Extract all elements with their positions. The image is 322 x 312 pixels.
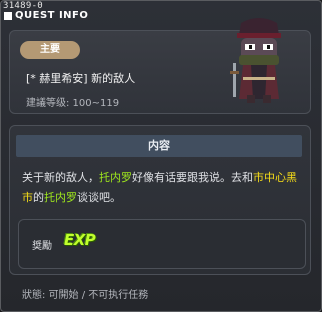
quest-status: 狀態: 可開始 / 不可执行任務 — [22, 290, 149, 301]
quest-name: [* 赫里希安] 新的敌人 — [26, 72, 136, 85]
description-segment: 谈谈吧。 — [77, 191, 121, 204]
recommended-level: 建議等级: 100~119 — [26, 98, 120, 109]
description-segment: 关于新的敌人， — [22, 171, 99, 184]
description-segment: 好像有话要跟我说。去和 — [132, 171, 253, 184]
category-badge: 主要 — [20, 41, 80, 59]
quest-info-window: 31489-0 QUEST INFO 主要 [* 赫里希安] 新的敌人 建議等级… — [0, 0, 322, 312]
reward-box — [18, 219, 306, 269]
description-segment: 的 — [33, 191, 44, 204]
ninja-npc-portrait — [230, 18, 281, 103]
quest-info-icon — [4, 12, 12, 20]
window-title: QUEST INFO — [15, 10, 89, 21]
content-header: 内容 — [16, 135, 302, 157]
description-segment: 托内罗 — [99, 171, 132, 184]
exp-reward-icon: EXP — [64, 231, 96, 249]
reward-label: 奨勵 — [32, 241, 52, 252]
description-segment: 托内罗 — [44, 191, 77, 204]
quest-description: 关于新的敌人，托内罗好像有话要跟我说。去和市中心黑市的托内罗谈谈吧。 — [22, 168, 304, 208]
